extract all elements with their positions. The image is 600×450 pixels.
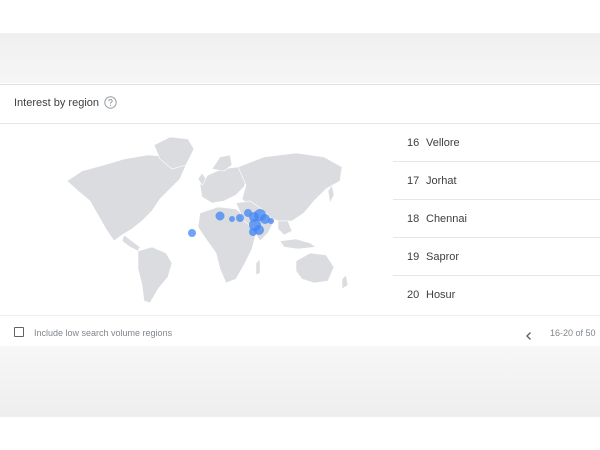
- region-name: Jorhat: [426, 175, 457, 187]
- pagination-label: 16-20 of 50: [550, 328, 596, 338]
- help-circle-icon[interactable]: [104, 96, 117, 109]
- card-title: Interest by region: [14, 97, 99, 109]
- region-name: Sapror: [426, 251, 460, 263]
- map-bubble: [188, 229, 196, 237]
- map-bubble: [249, 228, 257, 236]
- region-rank: 16: [407, 137, 420, 149]
- region-rank: 20: [407, 289, 420, 301]
- list-item[interactable]: 16 Vellore: [393, 124, 600, 162]
- region-rank: 18: [407, 213, 420, 225]
- map-australia: [295, 252, 335, 284]
- card-header: Interest by region: [0, 85, 600, 124]
- list-item[interactable]: 18 Chennai: [393, 200, 600, 238]
- list-item[interactable]: 17 Jorhat: [393, 162, 600, 200]
- region-name: Vellore: [426, 137, 460, 149]
- page-backdrop-bottom: [0, 345, 600, 417]
- map-bubble: [215, 211, 225, 221]
- region-rank: 17: [407, 175, 420, 187]
- map-southeast-asia: [277, 220, 293, 236]
- map-japan: [327, 184, 335, 204]
- page-backdrop-top: [0, 33, 600, 83]
- map-south-america: [137, 246, 173, 304]
- map-north-america: [66, 154, 187, 242]
- region-rank: 19: [407, 251, 420, 263]
- card-footer: Include low search volume regions 16-20 …: [0, 315, 600, 347]
- list-item[interactable]: 19 Sapror: [393, 238, 600, 276]
- map-bubble: [268, 218, 274, 224]
- map-indonesia: [279, 238, 317, 250]
- map-bubble: [229, 216, 235, 222]
- low-volume-checkbox[interactable]: [14, 327, 24, 337]
- map-central-america: [121, 234, 141, 252]
- chevron-left-icon[interactable]: [524, 328, 534, 340]
- list-item[interactable]: 20 Hosur: [393, 276, 600, 313]
- interest-by-region-card: Interest by region 16 Vellore 17 Jorhat …: [0, 84, 600, 346]
- region-name: Hosur: [426, 289, 456, 301]
- region-list: 16 Vellore 17 Jorhat 18 Chennai 19 Sapro…: [393, 124, 600, 313]
- map-new-zealand: [341, 274, 349, 290]
- map-bubble: [236, 214, 244, 222]
- world-map[interactable]: [52, 129, 352, 309]
- region-name: Chennai: [426, 213, 467, 225]
- map-madagascar: [255, 258, 261, 276]
- low-volume-checkbox-label[interactable]: Include low search volume regions: [34, 328, 172, 338]
